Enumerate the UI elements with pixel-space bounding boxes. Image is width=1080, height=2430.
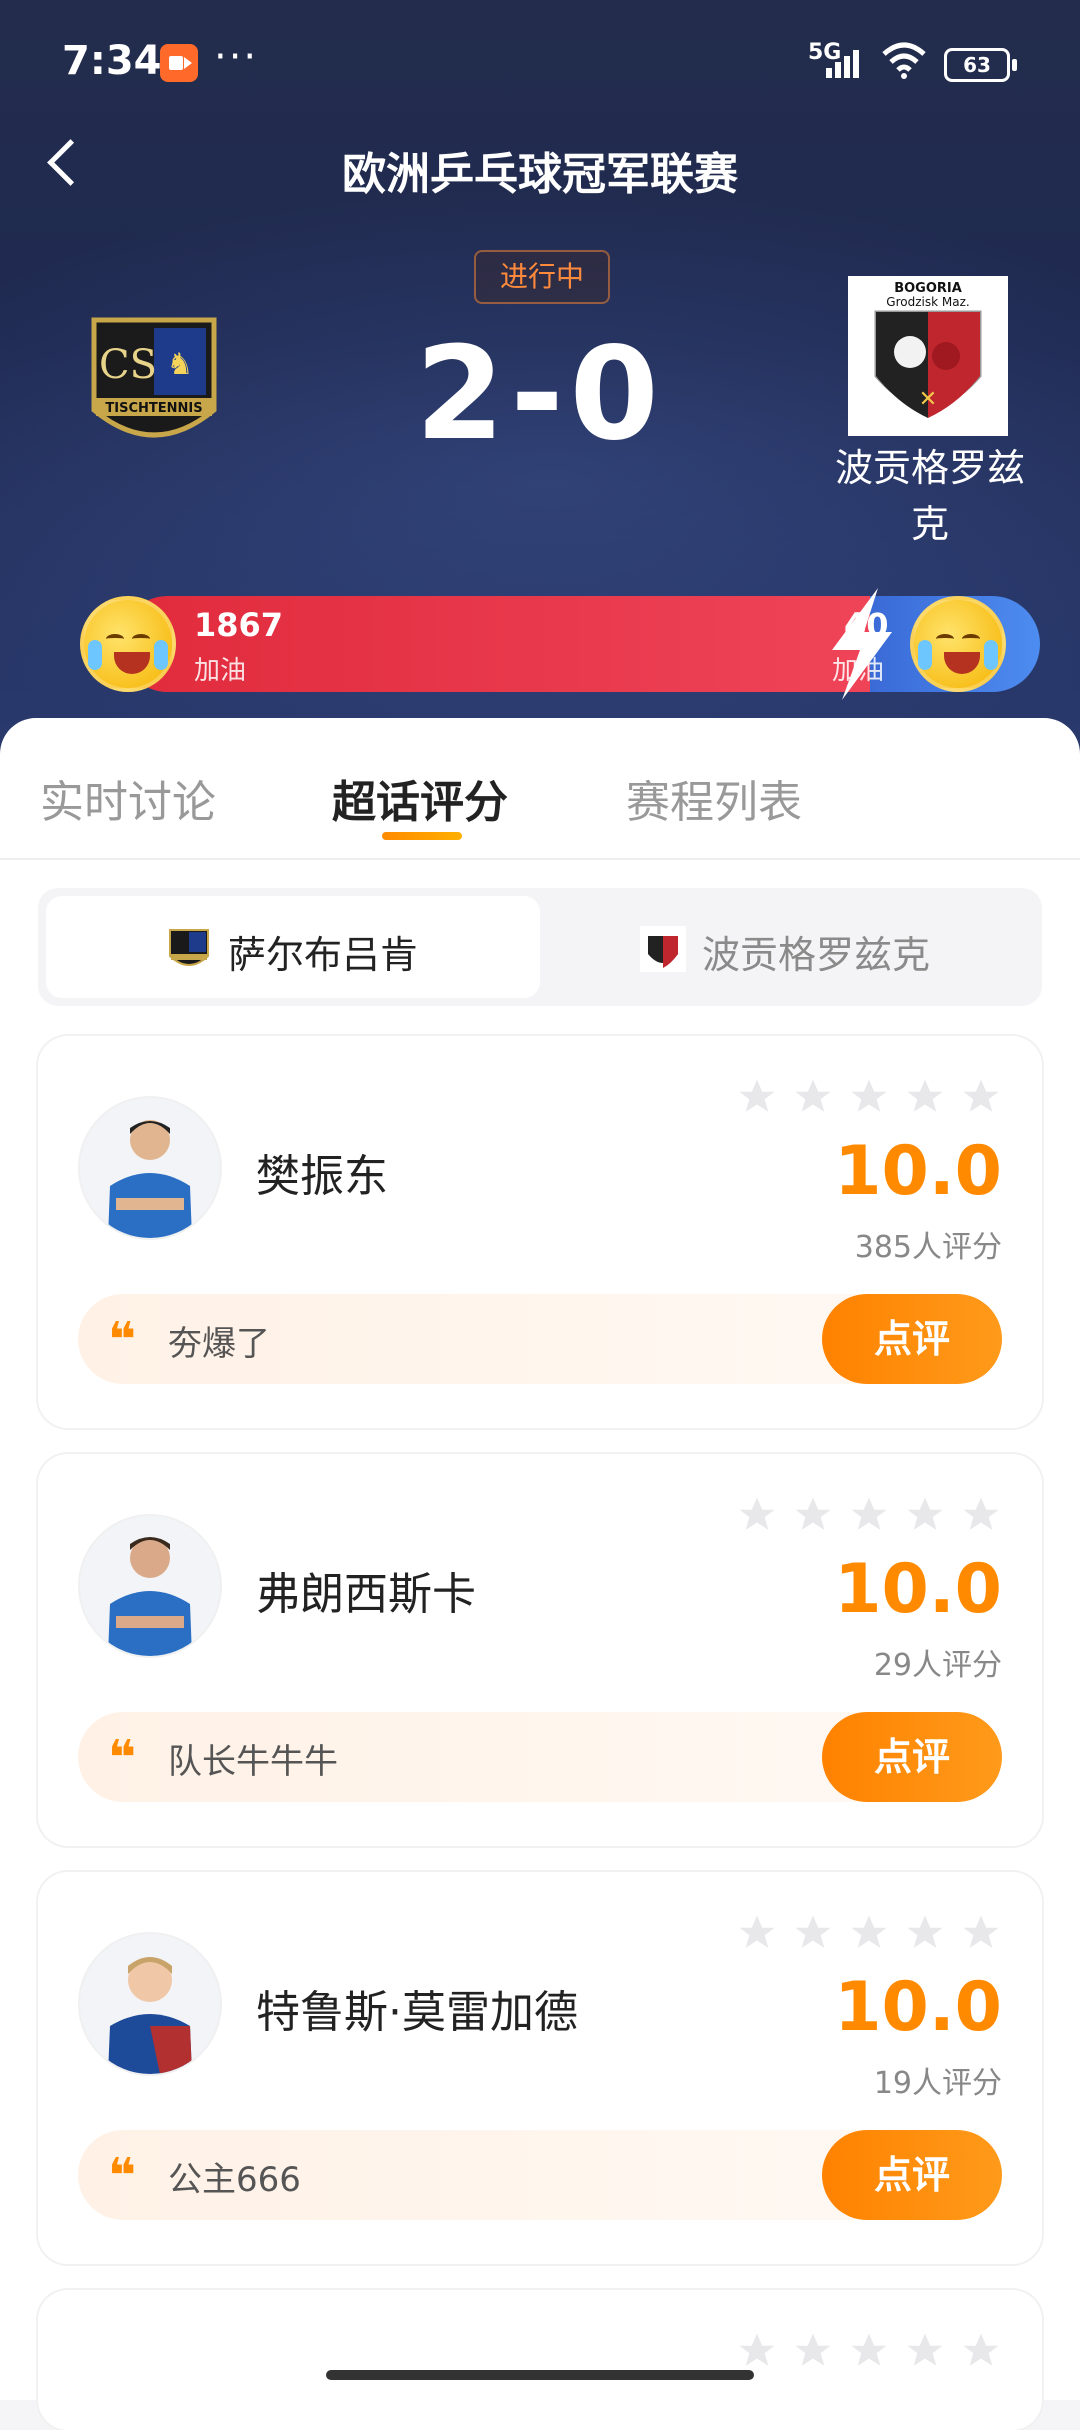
player-avatar[interactable] [78, 1096, 222, 1240]
player-rating-score: 10.0 [834, 1132, 1002, 1211]
player-card-partial[interactable] [38, 2290, 1042, 2430]
top-comment-text: 夯爆了 [168, 1324, 270, 1364]
away-cheer-emoji-icon[interactable] [910, 596, 1006, 692]
tab-schedule-list[interactable]: 赛程列表 [626, 766, 802, 830]
home-cheer-count: 1867 [194, 606, 284, 644]
player-name: 弗朗西斯卡 [256, 1569, 476, 1620]
star-icon[interactable] [904, 1912, 946, 1954]
team-switch-home-label: 萨尔布吕肯 [228, 933, 419, 977]
team-switch-away-label: 波贡格罗兹克 [702, 933, 931, 977]
rating-count: 19人评分 [873, 2066, 1002, 2101]
wifi-icon [882, 42, 926, 79]
player-card[interactable]: 樊振东 10.0 385人评分 ❝ 夯爆了 点评 [38, 1036, 1042, 1428]
star-icon[interactable] [792, 2330, 834, 2372]
star-icon[interactable] [848, 1912, 890, 1954]
svg-text:TISCHTENNIS: TISCHTENNIS [105, 401, 202, 416]
home-cheer-emoji-icon[interactable] [80, 596, 176, 692]
top-comment-bar[interactable]: ❝ 夯爆了 点评 [78, 1294, 1002, 1384]
home-indicator[interactable] [326, 2370, 754, 2380]
tab-live-discussion[interactable]: 实时讨论 [40, 766, 216, 830]
star-icon[interactable] [736, 1076, 778, 1118]
page-title: 欧洲乒乓球冠军联赛 [342, 149, 738, 200]
player-avatar[interactable] [78, 1932, 222, 2076]
match-header: 7:34 ··· 5G 63 欧洲乒乓球冠军联赛 进行中 2-0 CS ♞ TI… [0, 0, 1080, 760]
star-icon[interactable] [736, 2330, 778, 2372]
review-button[interactable]: 点评 [822, 1712, 1002, 1802]
away-cheer-label: 加油 [832, 656, 885, 686]
away-team-logo[interactable]: BOGORIA Grodzisk Maz. ✕ [848, 276, 1008, 436]
quote-icon: ❝ [108, 1312, 137, 1368]
star-rating[interactable] [736, 1912, 1002, 1954]
star-icon[interactable] [792, 1076, 834, 1118]
rating-count: 29人评分 [873, 1648, 1002, 1683]
tab-super-topic-rating[interactable]: 超话评分 [332, 766, 508, 830]
star-icon[interactable] [792, 1494, 834, 1536]
star-icon[interactable] [904, 2330, 946, 2372]
svg-text:✕: ✕ [919, 387, 937, 412]
player-rating-score: 10.0 [834, 1968, 1002, 2047]
star-rating[interactable] [736, 1494, 1002, 1536]
review-button[interactable]: 点评 [822, 2130, 1002, 2220]
rating-count: 385人评分 [854, 1230, 1002, 1265]
player-card[interactable]: 特鲁斯·莫雷加德 10.0 19人评分 ❝ 公主666 点评 [38, 1872, 1042, 2264]
cheer-bar: 1867 加油 40 加油 [80, 588, 1040, 700]
top-comment-text: 公主666 [168, 2160, 301, 2200]
active-tab-indicator [382, 832, 462, 840]
home-cheer-label: 加油 [194, 656, 247, 686]
player-rating-score: 10.0 [834, 1550, 1002, 1629]
star-icon[interactable] [848, 1494, 890, 1536]
svg-text:CS: CS [99, 342, 157, 388]
team-switcher: 萨尔布吕肯 波贡格罗兹克 [38, 888, 1042, 1006]
top-comment-text: 队长牛牛牛 [168, 1742, 338, 1782]
svg-text:♞: ♞ [167, 347, 194, 382]
star-rating[interactable] [736, 1076, 1002, 1118]
star-icon[interactable] [904, 1494, 946, 1536]
svg-text:Grodzisk Maz.: Grodzisk Maz. [886, 295, 969, 309]
status-bar: 7:34 ··· 5G 63 [0, 0, 1080, 120]
star-icon[interactable] [848, 1076, 890, 1118]
team-switch-home[interactable]: 萨尔布吕肯 [46, 896, 540, 998]
svg-text:BOGORIA: BOGORIA [894, 281, 962, 296]
home-team-mini-logo [169, 929, 209, 966]
more-notifications-icon: ··· [214, 34, 259, 80]
star-icon[interactable] [848, 2330, 890, 2372]
star-icon[interactable] [736, 1912, 778, 1954]
quote-icon: ❝ [108, 2148, 137, 2204]
top-comment-bar[interactable]: ❝ 公主666 点评 [78, 2130, 1002, 2220]
star-icon[interactable] [736, 1494, 778, 1536]
star-icon[interactable] [960, 1912, 1002, 1954]
player-avatar[interactable] [78, 1514, 222, 1658]
star-rating[interactable] [736, 2330, 1002, 2372]
battery-icon: 63 [944, 48, 1017, 82]
tab-bar: 实时讨论 超话评分 赛程列表 [0, 718, 1080, 860]
player-name: 特鲁斯·莫雷加德 [256, 1987, 578, 2038]
status-time: 7:34 [62, 38, 162, 84]
quote-icon: ❝ [108, 1730, 137, 1786]
star-icon[interactable] [960, 1076, 1002, 1118]
match-score: 2-0 [415, 320, 665, 469]
player-card[interactable]: 弗朗西斯卡 10.0 29人评分 ❝ 队长牛牛牛 点评 [38, 1454, 1042, 1846]
live-status-badge: 进行中 [474, 250, 610, 304]
away-team-mini-logo [640, 926, 686, 972]
review-button[interactable]: 点评 [822, 1294, 1002, 1384]
team-switch-away[interactable]: 波贡格罗兹克 [540, 896, 1034, 998]
star-icon[interactable] [792, 1912, 834, 1954]
away-team-name: 波贡格罗兹克 [834, 446, 1025, 546]
star-icon[interactable] [960, 2330, 1002, 2372]
home-team-logo[interactable]: CS ♞ TISCHTENNIS [74, 300, 234, 460]
star-icon[interactable] [960, 1494, 1002, 1536]
player-name: 樊振东 [256, 1151, 388, 1202]
top-comment-bar[interactable]: ❝ 队长牛牛牛 点评 [78, 1712, 1002, 1802]
away-cheer-count: 40 [844, 606, 889, 644]
screen-record-icon [160, 44, 198, 82]
content-panel: 实时讨论 超话评分 赛程列表 萨尔布吕肯 波贡格罗兹克 樊振东 10.0 385… [0, 718, 1080, 2430]
star-icon[interactable] [904, 1076, 946, 1118]
